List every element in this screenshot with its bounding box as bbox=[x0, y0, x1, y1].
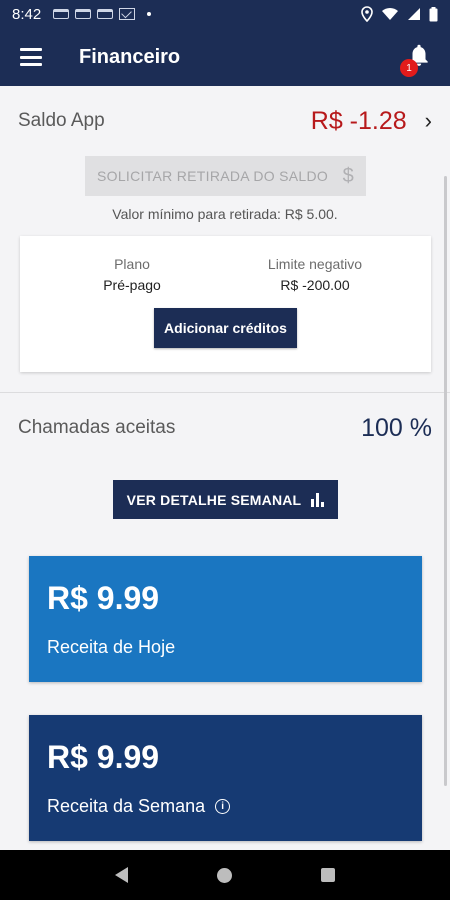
revenue-today-amount: R$ 9.99 bbox=[47, 580, 160, 616]
page-title: Financeiro bbox=[79, 45, 181, 68]
home-icon[interactable] bbox=[216, 867, 232, 883]
withdraw-button-label: SOLICITAR RETIRADA DO SALDO bbox=[97, 168, 329, 184]
saldo-value: R$ -1.28 bbox=[310, 106, 407, 135]
limit-label: Limite negativo bbox=[267, 256, 363, 272]
back-icon[interactable] bbox=[114, 867, 128, 883]
battery-icon bbox=[429, 6, 438, 21]
plan-column: Plano Pré-pago bbox=[42, 256, 222, 293]
more-notifications-dot-icon bbox=[147, 12, 152, 16]
minimum-withdraw-text: Valor mínimo para retirada: R$ 5.00. bbox=[112, 206, 338, 222]
notification-icon bbox=[53, 9, 70, 19]
wifi-icon bbox=[382, 7, 398, 20]
signal-icon bbox=[408, 8, 420, 20]
recent-apps-icon[interactable] bbox=[321, 868, 336, 882]
calls-accepted-label: Chamadas aceitas bbox=[18, 417, 176, 438]
status-time: 8:42 bbox=[12, 5, 42, 23]
app-bar: Financeiro 1 bbox=[0, 28, 450, 86]
limit-column: Limite negativo R$ -200.00 bbox=[225, 256, 405, 293]
scrollbar[interactable] bbox=[444, 176, 447, 786]
add-credits-button[interactable]: Adicionar créditos bbox=[154, 308, 297, 348]
weekly-detail-label: VER DETALHE SEMANAL bbox=[126, 491, 302, 508]
plan-card: Plano Pré-pago Limite negativo R$ -200.0… bbox=[20, 236, 431, 372]
plan-label: Plano bbox=[114, 256, 150, 272]
location-icon bbox=[361, 6, 373, 22]
weekly-detail-button[interactable]: VER DETALHE SEMANAL bbox=[113, 480, 338, 519]
notification-badge: 1 bbox=[400, 59, 418, 77]
saldo-row[interactable]: Saldo App R$ -1.28 › bbox=[18, 104, 432, 138]
calls-accepted-value: 100 % bbox=[361, 413, 432, 442]
chevron-right-icon: › bbox=[424, 108, 432, 133]
limit-value: R$ -200.00 bbox=[280, 277, 350, 293]
dollar-icon: $ bbox=[342, 164, 354, 187]
plan-value: Pré-pago bbox=[103, 277, 161, 293]
revenue-week-amount: R$ 9.99 bbox=[47, 739, 160, 775]
system-icons bbox=[361, 6, 438, 22]
system-nav-bar bbox=[0, 850, 450, 900]
gmail-icon bbox=[119, 8, 136, 20]
withdraw-button[interactable]: SOLICITAR RETIRADA DO SALDO $ bbox=[85, 156, 366, 196]
notification-icon bbox=[75, 9, 92, 19]
calls-accepted-row: Chamadas aceitas 100 % bbox=[18, 412, 432, 444]
info-icon[interactable]: i bbox=[215, 799, 231, 814]
hamburger-menu-icon[interactable] bbox=[20, 48, 42, 66]
revenue-today-card[interactable]: R$ 9.99 Receita de Hoje bbox=[29, 556, 422, 682]
revenue-today-label: Receita de Hoje bbox=[47, 637, 176, 657]
section-divider bbox=[0, 392, 450, 393]
status-bar: 8:42 bbox=[0, 0, 450, 28]
bar-chart-icon bbox=[311, 492, 325, 507]
revenue-week-card[interactable]: R$ 9.99 Receita da Semana i bbox=[29, 715, 422, 841]
saldo-label: Saldo App bbox=[18, 110, 105, 131]
revenue-week-label: Receita da Semana bbox=[47, 796, 206, 816]
financeiro-content[interactable]: Saldo App R$ -1.28 › SOLICITAR RETIRADA … bbox=[0, 86, 450, 850]
notifications-button[interactable]: 1 bbox=[400, 42, 436, 77]
notification-icon bbox=[97, 9, 114, 19]
